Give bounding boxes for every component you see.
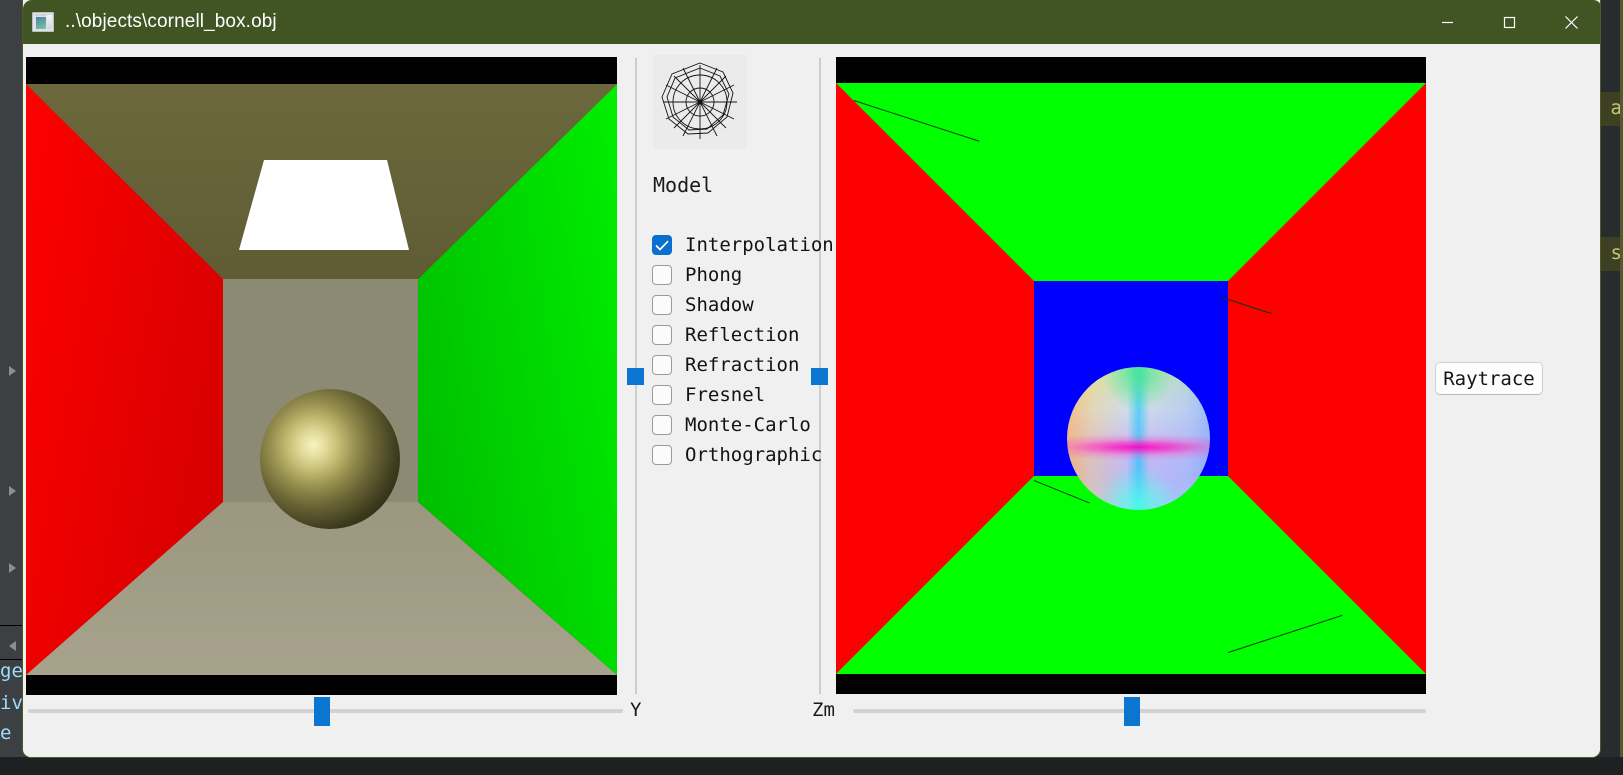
letterbox-bottom [26,675,617,695]
application-window: ..\objects\cornell_box.obj Y Zm Model In… [22,0,1601,758]
title-bar: ..\objects\cornell_box.obj [23,0,1600,44]
checkbox-reflection[interactable] [652,325,672,345]
option-label: Monte-Carlo [685,414,811,436]
model-label: Model [653,173,714,197]
background-code-fragment: e [0,722,12,744]
option-label: Fresnel [685,384,766,406]
viewport-shaded[interactable] [26,57,617,695]
maximize-button[interactable] [1478,0,1540,44]
background-taskbar [0,757,1623,775]
option-row-shadow[interactable]: Shadow [652,290,834,320]
option-row-interpolation[interactable]: Interpolation [652,230,834,260]
client-area: Y Zm Model Interpolation Phong Shadow Re… [23,44,1600,757]
minimize-button[interactable] [1416,0,1478,44]
option-row-orthographic[interactable]: Orthographic [652,440,834,470]
raytrace-button[interactable]: Raytrace [1435,362,1543,395]
app-window-icon [32,12,54,32]
checkbox-phong[interactable] [652,265,672,285]
area-light [239,160,409,250]
option-label: Interpolation [685,234,834,256]
background-code-fragment: ge [0,660,23,682]
option-row-reflection[interactable]: Reflection [652,320,834,350]
letterbox-top [26,57,617,84]
checkbox-refraction[interactable] [652,355,672,375]
vertical-slider-left-thumb[interactable] [627,368,644,385]
window-controls [1416,0,1600,44]
chevron-right-icon [9,366,16,376]
option-label: Orthographic [685,444,823,466]
checkbox-interpolation[interactable] [652,235,672,255]
option-label: Shadow [685,294,754,316]
wireframe-sphere-icon [661,62,737,139]
slider-zm-thumb[interactable] [1124,697,1140,726]
slider-y-label: Y [630,699,642,721]
checkbox-monte-carlo[interactable] [652,415,672,435]
option-row-monte-carlo[interactable]: Monte-Carlo [652,410,834,440]
background-code-fragment: iv [0,692,23,714]
sphere [260,389,400,529]
option-label: Phong [685,264,743,286]
window-title: ..\objects\cornell_box.obj [65,11,277,32]
slider-zm-label: Zm [812,699,835,721]
close-button[interactable] [1540,0,1600,44]
sphere [1067,367,1210,510]
viewport-flat[interactable] [836,57,1426,694]
chevron-left-icon [9,641,16,651]
chevron-right-icon [9,563,16,573]
letterbox-bottom [836,674,1426,694]
checkbox-orthographic[interactable] [652,445,672,465]
checkbox-fresnel[interactable] [652,385,672,405]
model-options-list: Interpolation Phong Shadow Reflection Re… [652,230,834,470]
letterbox-top [836,57,1426,83]
chevron-right-icon [9,486,16,496]
option-row-phong[interactable]: Phong [652,260,834,290]
option-row-fresnel[interactable]: Fresnel [652,380,834,410]
option-label: Refraction [685,354,800,376]
option-row-refraction[interactable]: Refraction [652,350,834,380]
model-thumbnail[interactable] [653,55,747,149]
slider-y-thumb[interactable] [314,697,330,726]
checkbox-shadow[interactable] [652,295,672,315]
option-label: Reflection [685,324,800,346]
